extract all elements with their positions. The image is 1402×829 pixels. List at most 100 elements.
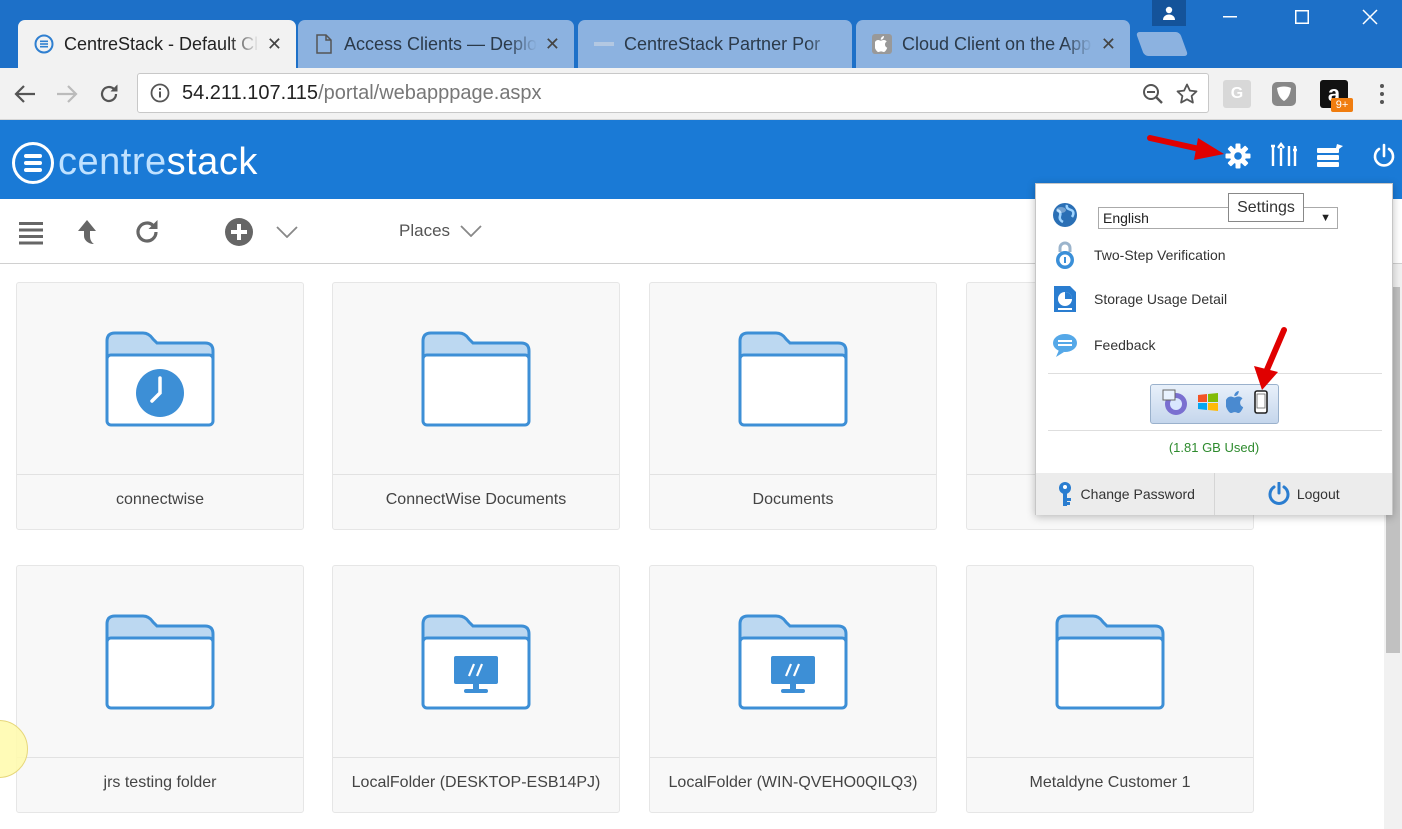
card-divider bbox=[650, 757, 936, 758]
logout-label: Logout bbox=[1296, 486, 1340, 502]
tab-close-icon[interactable]: ✕ bbox=[545, 34, 560, 55]
logo-mark-icon bbox=[12, 141, 54, 184]
folder-icon-area bbox=[650, 283, 936, 474]
card-divider bbox=[967, 757, 1253, 758]
folder-name: Documents bbox=[752, 491, 834, 508]
feedback-item[interactable]: Feedback bbox=[1050, 330, 1155, 360]
folder-card-jrs-testing[interactable]: jrs testing folder bbox=[16, 565, 304, 813]
places-dropdown[interactable]: Places bbox=[399, 221, 482, 241]
centrestack-logo[interactable]: centrestack bbox=[12, 141, 258, 184]
tab-close-icon[interactable]: ✕ bbox=[267, 34, 282, 55]
menu-separator bbox=[1048, 373, 1382, 374]
two-step-verification-item[interactable]: Two-Step Verification bbox=[1050, 240, 1226, 270]
add-circle-icon[interactable] bbox=[222, 215, 256, 249]
logo-text: centrestack bbox=[58, 141, 258, 184]
folder-icon-area bbox=[967, 566, 1253, 757]
centrestack-favicon-icon bbox=[34, 34, 54, 54]
settings-tooltip: Settings bbox=[1228, 193, 1304, 222]
back-arrow-icon[interactable] bbox=[9, 78, 41, 110]
folder-name: jrs testing folder bbox=[103, 774, 217, 791]
tab-title: Access Clients — Deplo bbox=[344, 33, 537, 54]
add-chevron-down-icon[interactable] bbox=[270, 215, 304, 249]
change-password-label: Change Password bbox=[1080, 486, 1195, 502]
refresh-icon[interactable] bbox=[130, 215, 164, 249]
folder-icon bbox=[738, 331, 848, 426]
menu-list-icon[interactable] bbox=[14, 215, 48, 249]
up-arrow-icon[interactable] bbox=[70, 215, 104, 249]
profile-icon[interactable] bbox=[1152, 0, 1186, 26]
monitor-folder-icon bbox=[421, 614, 531, 709]
apple-client-icon[interactable] bbox=[1225, 390, 1246, 418]
close-window-icon[interactable] bbox=[1338, 0, 1402, 34]
new-tab-button[interactable] bbox=[1135, 32, 1189, 56]
shield-extension-icon[interactable] bbox=[1270, 80, 1298, 108]
tab-close-icon[interactable]: ✕ bbox=[1101, 34, 1116, 55]
address-bar[interactable]: 54.211.107.115/portal/webapppage.aspx bbox=[137, 73, 1209, 113]
storage-stack-icon[interactable] bbox=[1314, 140, 1346, 172]
folder-icon-area bbox=[333, 566, 619, 757]
address-url: 54.211.107.115/portal/webapppage.aspx bbox=[182, 82, 542, 105]
document-favicon-icon bbox=[314, 34, 334, 54]
red-arrow-to-mobile-icon bbox=[1254, 327, 1287, 390]
folder-icon bbox=[1055, 614, 1165, 709]
folder-icon-area bbox=[17, 283, 303, 474]
tab-title: Cloud Client on the App bbox=[902, 33, 1092, 54]
storage-report-icon bbox=[1050, 284, 1080, 314]
g-extension-icon[interactable]: G bbox=[1223, 80, 1251, 108]
two-step-label: Two-Step Verification bbox=[1094, 247, 1226, 263]
tab-title: CentreStack Partner Por bbox=[624, 33, 821, 54]
folder-card-metaldyne[interactable]: Metaldyne Customer 1 bbox=[966, 565, 1254, 813]
folder-card-documents[interactable]: Documents bbox=[649, 282, 937, 530]
browser-tab-cloud-client[interactable]: Cloud Client on the App ✕ bbox=[856, 20, 1130, 68]
storage-usage-detail-item[interactable]: Storage Usage Detail bbox=[1050, 284, 1227, 314]
amazon-badge: 9+ bbox=[1331, 98, 1353, 112]
forward-arrow-icon[interactable] bbox=[51, 78, 83, 110]
card-divider bbox=[333, 474, 619, 475]
folder-icon-area bbox=[17, 566, 303, 757]
select-caret-icon: ▼ bbox=[1320, 212, 1331, 224]
address-host: 54.211.107.115 bbox=[182, 81, 319, 104]
apple-favicon-icon bbox=[872, 34, 892, 54]
browser-tab-centrestack[interactable]: CentreStack - Default Cl ✕ bbox=[18, 20, 296, 68]
folder-name: ConnectWise Documents bbox=[385, 491, 567, 508]
card-divider bbox=[650, 474, 936, 475]
zoom-out-icon[interactable] bbox=[1142, 83, 1164, 105]
card-divider bbox=[333, 757, 619, 758]
logout-button[interactable]: Logout bbox=[1213, 473, 1393, 515]
browser-menu-icon[interactable] bbox=[1370, 80, 1394, 108]
storage-label: Storage Usage Detail bbox=[1094, 291, 1228, 307]
address-path: /portal/webapppage.aspx bbox=[318, 81, 542, 104]
mobile-client-icon[interactable] bbox=[1254, 389, 1268, 419]
folder-card-localfolder-desktop[interactable]: LocalFolder (DESKTOP-ESB14PJ) bbox=[332, 565, 620, 813]
browser-tab-access-clients[interactable]: Access Clients — Deplo ✕ bbox=[298, 20, 574, 68]
loading-favicon-icon bbox=[594, 34, 614, 54]
minimize-icon[interactable] bbox=[1198, 0, 1262, 34]
folder-card-localfolder-win[interactable]: LocalFolder (WIN-QVEHO0QILQ3) bbox=[649, 565, 937, 813]
places-label: Places bbox=[399, 221, 451, 240]
change-password-button[interactable]: Change Password bbox=[1036, 473, 1214, 515]
browser-tab-partner-portal[interactable]: CentreStack Partner Por bbox=[578, 20, 852, 68]
folder-card-connectwise-documents[interactable]: ConnectWise Documents bbox=[332, 282, 620, 530]
folder-name: LocalFolder (WIN-QVEHO0QILQ3) bbox=[668, 774, 918, 791]
reload-icon[interactable] bbox=[93, 78, 125, 110]
folder-card-connectwise[interactable]: connectwise bbox=[16, 282, 304, 530]
padlock-icon bbox=[1050, 240, 1080, 270]
globe-icon bbox=[1050, 200, 1080, 230]
dropdown-footer: Change Password Logout bbox=[1036, 473, 1392, 515]
settings-gear-icon[interactable] bbox=[1222, 140, 1254, 172]
maximize-icon[interactable] bbox=[1270, 0, 1334, 34]
bookmark-star-icon[interactable] bbox=[1176, 83, 1198, 105]
speech-bubble-icon bbox=[1050, 330, 1080, 360]
power-icon[interactable] bbox=[1368, 140, 1400, 172]
logo-prefix: centre bbox=[58, 141, 167, 183]
red-arrow-to-settings-icon bbox=[1147, 135, 1224, 160]
key-icon bbox=[1058, 482, 1071, 506]
settings-dropdown: English ▼ Two-Step Verification Storage … bbox=[1035, 183, 1393, 515]
drive-client-icon[interactable] bbox=[1161, 388, 1189, 421]
storage-used-text: (1.81 GB Used) bbox=[1168, 440, 1260, 455]
info-icon[interactable] bbox=[150, 83, 170, 103]
menu-separator bbox=[1048, 430, 1382, 431]
language-row bbox=[1050, 200, 1094, 230]
tools-icon[interactable] bbox=[1268, 140, 1300, 172]
windows-client-icon[interactable] bbox=[1197, 392, 1219, 417]
